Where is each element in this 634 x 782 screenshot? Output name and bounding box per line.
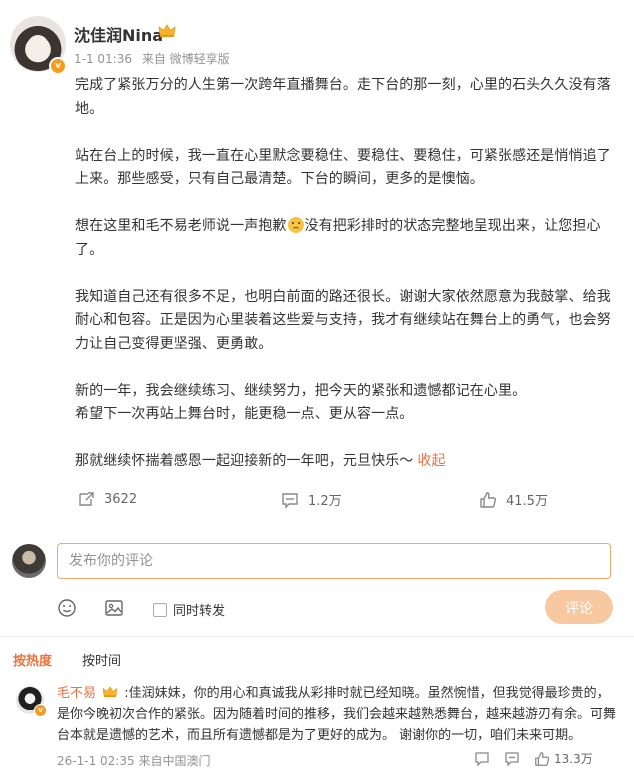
weibo-post: v 沈佳润Nina 1-1 01:36 来自 微博轻享版 完成了紧张万分的人生第… <box>0 0 634 782</box>
image-icon[interactable] <box>104 598 124 618</box>
post-text: 想在这里和毛不易老师说一声抱歉 <box>75 218 287 234</box>
post-actions: 3622 1.2万 41.5万 <box>75 490 615 514</box>
verified-badge-icon: v <box>49 57 67 75</box>
comment-reply-icon[interactable] <box>504 751 520 767</box>
like-icon <box>480 491 497 508</box>
post-time[interactable]: 1-1 01:36 <box>74 52 132 66</box>
sad-emoji-icon <box>287 217 304 233</box>
crown-icon <box>158 24 176 37</box>
post-content: 完成了紧张万分的人生第一次跨年直播舞台。走下台的那一刻，心里的石头久久没有落地。… <box>75 74 623 474</box>
repost-checkbox[interactable] <box>153 602 167 617</box>
repost-toggle[interactable]: 同时转发 <box>153 600 225 619</box>
post-paragraph: 希望下一次再站上舞台时，能更稳一点、更从容一点。 <box>75 406 414 422</box>
like-icon <box>535 751 550 766</box>
repost-count: 3622 <box>104 491 138 507</box>
tab-sort-by-hot[interactable]: 按热度 <box>13 650 52 669</box>
post-header: v 沈佳润Nina 1-1 01:36 来自 微博轻享版 <box>10 14 630 75</box>
commenter-name[interactable]: 毛不易 <box>57 686 96 701</box>
repost-label: 同时转发 <box>173 604 226 619</box>
comment-meta: 26-1-1 02:35 来自中国澳门 <box>57 752 210 769</box>
author-name[interactable]: 沈佳润Nina <box>74 22 163 46</box>
current-user-avatar <box>12 544 46 578</box>
comment-button[interactable]: 1.2万 <box>281 490 342 509</box>
composer-toolbar: 同时转发 评论 <box>57 590 617 624</box>
comment-text: :佳润妹妹，你的用心和真诚我从彩排时就已经知晓。虽然惋惜，但我觉得最珍贵的，是你… <box>57 686 617 743</box>
post-paragraph: 新的一年，我会继续练习、继续努力，把今天的紧张和遗憾都记在心里。 <box>75 382 527 399</box>
post-paragraph: 我知道自己还有很多不足，也明白前面的路还很长。谢谢大家依然愿意为我鼓掌、给我耐心… <box>75 288 611 352</box>
post-text: 那就继续怀揣着感恩一起迎接新的一年吧，元旦快乐～ <box>75 453 414 469</box>
emoji-icon[interactable] <box>57 598 77 618</box>
comment-count: 1.2万 <box>308 494 342 509</box>
post-paragraph: 完成了紧张万分的人生第一次跨年直播舞台。走下台的那一刻，心里的石头久久没有落地。 <box>75 77 611 117</box>
repost-button[interactable]: 3622 <box>77 490 137 508</box>
post-paragraph: 站在台上的时候，我一直在心里默念要稳住、要稳住、要稳住，可紧张感还是悄悄追了上来… <box>75 147 611 188</box>
post-paragraph: 那就继续怀揣着感恩一起迎接新的一年吧，元旦快乐～ 收起 <box>75 450 623 474</box>
comment-input[interactable] <box>57 543 611 579</box>
comment-item: v 毛不易 :佳润妹妹，你的用心和真诚我从彩排时就已经知晓。虽然惋惜，但我觉得最… <box>12 680 626 780</box>
comment-like-button[interactable]: 13.3万 <box>534 750 593 767</box>
comment-composer: 同时转发 评论 <box>0 538 634 630</box>
comment-time: 26-1-1 02:35 <box>57 754 135 768</box>
comment-actions: 13.3万 <box>474 750 593 767</box>
post-meta: 1-1 01:36 来自 微博轻享版 <box>74 50 236 67</box>
verified-badge-icon: v <box>34 704 47 717</box>
crown-icon <box>102 686 118 698</box>
submit-comment-button[interactable]: 评论 <box>545 590 613 624</box>
avatar-face <box>27 35 49 59</box>
post-source: 来自 微博轻享版 <box>141 52 230 66</box>
post-paragraph: 想在这里和毛不易老师说一声抱歉 没有把彩排时的状态完整地呈现出来，让您担心了。 <box>75 215 623 262</box>
comment-like-count: 13.3万 <box>554 752 593 766</box>
section-divider <box>0 636 634 637</box>
comment-body: 毛不易 :佳润妹妹，你的用心和真诚我从彩排时就已经知晓。虽然惋惜，但我觉得最珍贵… <box>57 683 617 746</box>
like-button[interactable]: 41.5万 <box>479 490 548 509</box>
tab-sort-by-time[interactable]: 按时间 <box>82 650 121 669</box>
like-count: 41.5万 <box>506 494 548 509</box>
repost-icon <box>79 492 94 506</box>
comment-icon <box>282 492 298 509</box>
author-avatar[interactable]: v <box>10 16 67 75</box>
collapse-link[interactable]: 收起 <box>417 453 445 469</box>
comment-sort-tabs: 按热度 按时间 <box>13 650 121 669</box>
comment-source: 来自中国澳门 <box>138 754 211 768</box>
more-icon[interactable] <box>474 751 490 767</box>
